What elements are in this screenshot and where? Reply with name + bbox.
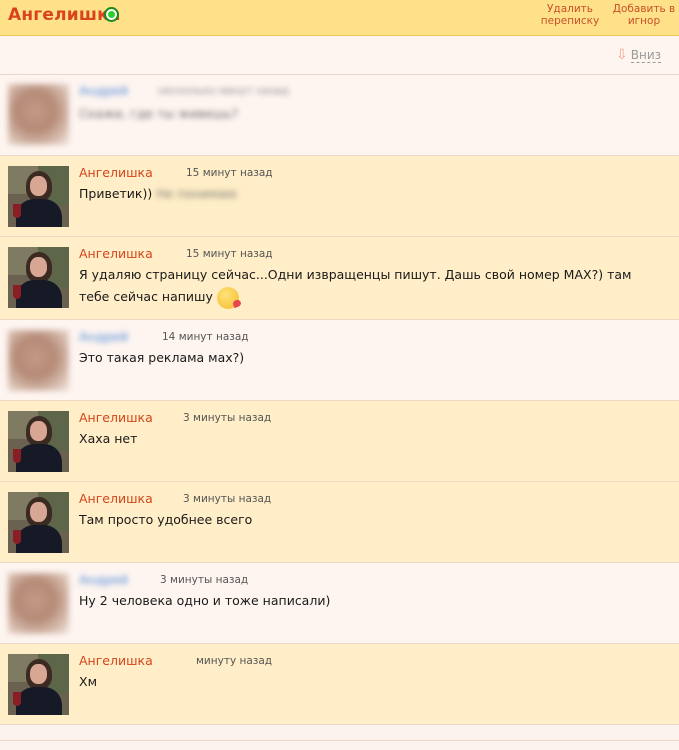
message-text: Хаха нет <box>79 431 138 446</box>
message-text-visible: Приветик)) <box>79 186 153 201</box>
sender-name[interactable]: Андрей <box>79 83 128 98</box>
avatar[interactable] <box>8 166 69 227</box>
avatar[interactable] <box>8 654 69 715</box>
message-text-blurred: Не понимаю <box>156 186 238 201</box>
message-text-body: Я удаляю страницу сейчас...Одни извращен… <box>79 267 632 304</box>
message-item: Андрей несколько минут назад Скажи, где … <box>0 75 679 156</box>
avatar[interactable] <box>8 573 69 634</box>
message-time: 14 минут назад <box>162 331 249 343</box>
message-time: минуту назад <box>196 655 273 667</box>
scroll-down-button[interactable]: ⇩ Вниз <box>616 47 661 63</box>
avatar[interactable] <box>8 492 69 553</box>
add-to-ignore-button[interactable]: Добавить в игнор <box>612 3 676 27</box>
delete-conversation-button[interactable]: Удалить переписку <box>528 3 612 27</box>
chat-header: Ангелишка Удалить переписку Добавить в и… <box>0 0 679 36</box>
message-text: Там просто удобнее всего <box>79 512 253 527</box>
sender-name[interactable]: Ангелишка <box>79 246 153 261</box>
sender-name[interactable]: Ангелишка <box>79 410 153 425</box>
message-item: Ангелишка 15 минут назад Я удаляю страни… <box>0 237 679 320</box>
sender-name[interactable]: Ангелишка <box>79 653 153 668</box>
message-text: Скажи, где ты живешь? <box>79 106 239 121</box>
avatar[interactable] <box>8 84 69 145</box>
message-item: Ангелишка минуту назад Хм <box>0 644 679 725</box>
arrow-down-icon: ⇩ <box>616 47 628 63</box>
message-item: Ангелишка 3 минуты назад Хаха нет <box>0 401 679 482</box>
sender-name[interactable]: Ангелишка <box>79 491 153 506</box>
divider <box>0 740 679 741</box>
sender-name[interactable]: Андрей <box>79 329 128 344</box>
avatar[interactable] <box>8 330 69 391</box>
kiss-emoji-icon <box>216 286 239 309</box>
message-item: Ангелишка 3 минуты назад Там просто удоб… <box>0 482 679 563</box>
message-text: Это такая реклама мах?) <box>79 350 245 365</box>
avatar[interactable] <box>8 247 69 308</box>
message-text: Хм <box>79 674 97 689</box>
message-time: 15 минут назад <box>186 248 273 260</box>
scroll-down-label: Вниз <box>630 48 661 63</box>
message-time: 15 минут назад <box>186 167 273 179</box>
sender-name[interactable]: Андрей <box>79 572 128 587</box>
message-text: Ну 2 человека одно и тоже написали) <box>79 593 331 608</box>
message-time: 3 минуты назад <box>183 493 272 505</box>
message-time: 3 минуты назад <box>183 412 272 424</box>
message-item: Андрей 14 минут назад Это такая реклама … <box>0 320 679 401</box>
message-item: Андрей 3 минуты назад Ну 2 человека одно… <box>0 563 679 644</box>
message-text: Приветик)) Не понимаю <box>79 183 237 205</box>
online-status-icon <box>104 7 119 22</box>
message-time: 3 минуты назад <box>160 574 249 586</box>
avatar[interactable] <box>8 411 69 472</box>
message-item: Ангелишка 15 минут назад Приветик)) Не п… <box>0 156 679 237</box>
message-text: Я удаляю страницу сейчас...Одни извращен… <box>79 264 639 309</box>
scroll-bar-top: ⇩ Вниз <box>0 37 679 75</box>
sender-name[interactable]: Ангелишка <box>79 165 153 180</box>
message-time: несколько минут назад <box>158 85 289 97</box>
